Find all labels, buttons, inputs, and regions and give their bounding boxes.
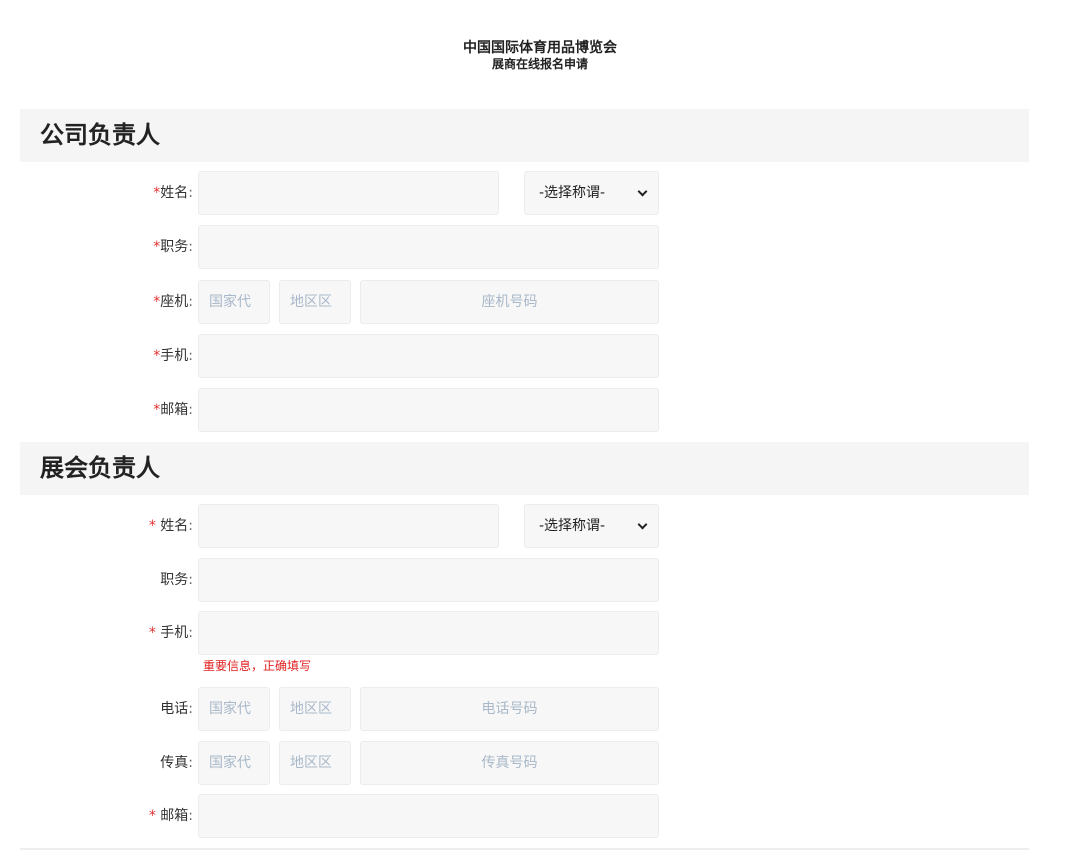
exhibition-phone-row: 电话: 国家代 地区区 电话号码	[0, 687, 1080, 731]
exhibition-email-input[interactable]	[198, 794, 659, 838]
company-position-row: *职务:	[0, 225, 1080, 269]
section-exhibition-head: 展会负责人	[20, 442, 1029, 495]
exhibition-position-label: 职务:	[160, 572, 193, 588]
chevron-down-icon	[637, 519, 648, 530]
exhibition-phone-number-input[interactable]: 电话号码	[360, 687, 659, 731]
exhibition-fax-number-input[interactable]: 传真号码	[360, 741, 659, 785]
exhibition-name-label: * 姓名:	[148, 518, 193, 534]
divider	[20, 848, 1029, 850]
section-company-head: 公司负责人	[20, 109, 1029, 162]
company-name-row: *姓名: -选择称谓-	[0, 171, 1080, 215]
company-name-label: *姓名:	[153, 185, 193, 201]
company-landline-area-input[interactable]: 地区区	[279, 280, 351, 324]
page-subtitle: 展商在线报名申请	[491, 57, 588, 71]
company-mobile-label: *手机:	[153, 348, 193, 364]
exhibition-title-select[interactable]: -选择称谓-	[524, 504, 659, 548]
exhibition-position-input[interactable]	[198, 558, 659, 602]
exhibition-mobile-row: * 手机:	[0, 611, 1080, 655]
exhibition-email-label: * 邮箱:	[148, 808, 193, 824]
exhibition-mobile-label: * 手机:	[148, 625, 193, 641]
company-mobile-row: *手机:	[0, 334, 1080, 378]
company-landline-label: *座机:	[153, 294, 193, 310]
exhibition-fax-row: 传真: 国家代 地区区 传真号码	[0, 741, 1080, 785]
company-mobile-input[interactable]	[198, 334, 659, 378]
company-position-label: *职务:	[153, 239, 193, 255]
company-email-label: *邮箱:	[153, 402, 193, 418]
company-position-input[interactable]	[198, 225, 659, 269]
page-header: 中国国际体育用品博览会 展商在线报名申请	[0, 40, 1080, 72]
exhibition-fax-country-input[interactable]: 国家代	[198, 741, 270, 785]
exhibition-phone-label: 电话:	[160, 701, 193, 717]
company-email-input[interactable]	[198, 388, 659, 432]
page-title: 中国国际体育用品博览会	[463, 40, 617, 56]
company-landline-row: *座机: 国家代 地区区 座机号码	[0, 280, 1080, 324]
exhibition-fax-area-input[interactable]: 地区区	[279, 741, 351, 785]
exhibition-phone-country-input[interactable]: 国家代	[198, 687, 270, 731]
chevron-down-icon	[637, 186, 648, 197]
company-landline-number-input[interactable]: 座机号码	[360, 280, 659, 324]
exhibition-phone-area-input[interactable]: 地区区	[279, 687, 351, 731]
exhibition-name-row: * 姓名: -选择称谓-	[0, 504, 1080, 548]
exhibition-email-row: * 邮箱:	[0, 794, 1080, 838]
company-name-input[interactable]	[198, 171, 499, 215]
exhibition-mobile-input[interactable]	[198, 611, 659, 655]
mobile-hint-text: 重要信息，正确填写	[203, 659, 312, 673]
exhibition-position-row: 职务:	[0, 558, 1080, 602]
company-title-select[interactable]: -选择称谓-	[524, 171, 659, 215]
company-email-row: *邮箱:	[0, 388, 1080, 432]
company-landline-country-input[interactable]: 国家代	[198, 280, 270, 324]
exhibition-name-input[interactable]	[198, 504, 499, 548]
exhibition-fax-label: 传真:	[160, 755, 193, 771]
